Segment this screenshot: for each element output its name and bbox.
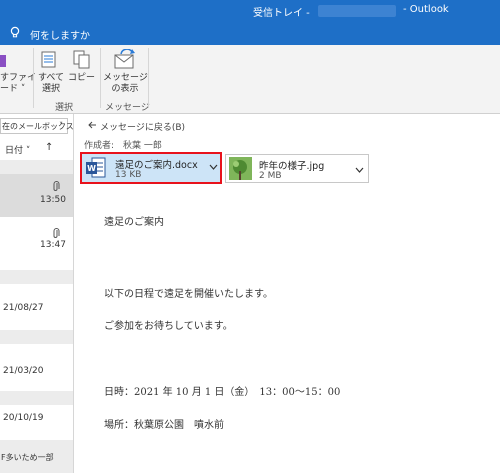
select-all-icon[interactable]: [40, 50, 60, 73]
show-message-button[interactable]: メッセージ の表示: [103, 73, 148, 95]
ribbon-separator: [100, 48, 101, 108]
paperclip-icon: [52, 181, 60, 195]
sort-by-date-button[interactable]: 日付 ˅: [5, 143, 30, 156]
ribbon-group-message: メッセージ: [105, 103, 150, 113]
message-body-line: ご参加をお待ちしています。: [104, 321, 233, 332]
ribbon-separator: [148, 48, 149, 108]
show-message-icon[interactable]: [113, 48, 137, 74]
select-all-button[interactable]: すべて 選択: [38, 73, 64, 95]
ribbon-partial-label-2[interactable]: ード ˅: [0, 84, 25, 95]
mailbox-scope-label: 在のメールボックス: [2, 122, 74, 131]
message-body-line: 場所：秋葉原公園 噴水前: [104, 420, 224, 431]
lightbulb-icon: [10, 26, 20, 43]
tell-me-search[interactable]: 何をしますか: [30, 27, 90, 42]
image-thumbnail-icon: [229, 157, 252, 180]
ribbon-partial-icon[interactable]: [0, 53, 8, 72]
copy-icon[interactable]: [72, 50, 92, 73]
ribbon-group-select: 選択: [55, 103, 74, 113]
list-item-time: 13:50: [40, 195, 66, 205]
message-body-line: 日時：2021 年 10 月 1 日（金） 13：00～15：00: [104, 387, 341, 398]
show-message-label-2: の表示: [111, 84, 139, 94]
svg-text:W: W: [87, 164, 96, 173]
window-title-folder: 受信トレイ -: [253, 8, 310, 19]
attachment-size: 2 MB: [259, 171, 282, 181]
list-group-header: [0, 160, 73, 174]
chevron-down-icon[interactable]: ˅: [59, 121, 63, 130]
list-item-date[interactable]: 20/10/19: [3, 413, 43, 423]
back-to-message-link[interactable]: メッセージに戻る(B): [100, 120, 185, 133]
message-body-line: 遠足のご案内: [104, 217, 164, 228]
attachment-name: 遠足のご案内.docx: [115, 160, 198, 171]
back-arrow-icon[interactable]: [87, 120, 97, 133]
list-footer-text: F多いため一部: [1, 453, 54, 462]
select-all-label-2: 選択: [41, 84, 60, 94]
ribbon-partial-label-1[interactable]: すファイ: [0, 73, 36, 84]
sender-name: 作成者: 秋葉 一郎: [84, 141, 162, 151]
list-item-time: 13:47: [40, 240, 66, 250]
chevron-down-icon[interactable]: [209, 163, 218, 173]
message-body-line: 以下の日程で遠足を開催いたします。: [104, 289, 273, 300]
attachment-name: 昨年の様子.jpg: [259, 161, 325, 172]
select-all-label-1: すべて: [38, 73, 65, 83]
list-item-date[interactable]: 21/08/27: [3, 303, 43, 313]
attachment-size: 13 KB: [115, 170, 142, 180]
blurred-account-name: [318, 5, 396, 17]
ribbon-separator: [33, 48, 34, 108]
show-message-label-1: メッセージ: [103, 73, 148, 83]
copy-button[interactable]: コピー: [68, 73, 95, 84]
word-icon: W: [86, 157, 106, 182]
list-group-header: [0, 330, 73, 344]
chevron-down-icon[interactable]: [355, 166, 364, 176]
window-title-app: - Outlook: [403, 4, 449, 15]
list-group-header: [0, 270, 73, 284]
sort-direction-icon[interactable]: ↑: [45, 142, 53, 153]
list-group-header: [0, 391, 73, 405]
list-item-date[interactable]: 21/03/20: [3, 366, 43, 376]
